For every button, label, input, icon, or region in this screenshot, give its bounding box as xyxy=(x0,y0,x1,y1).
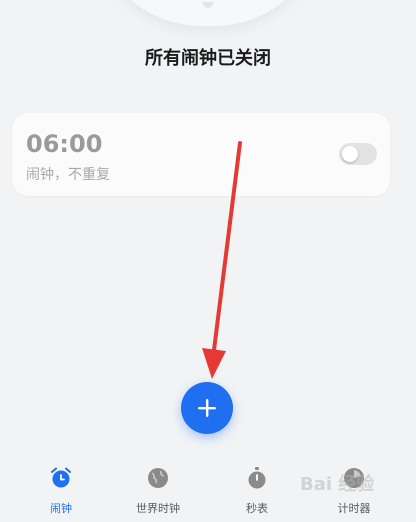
watermark: Bai 经验 xyxy=(300,474,375,495)
stopwatch-icon xyxy=(248,467,266,489)
tab-world-clock[interactable]: 世界时钟 xyxy=(113,466,203,516)
plus-icon xyxy=(198,399,216,417)
tab-alarm[interactable]: 闹钟 xyxy=(16,466,106,516)
tab-stopwatch[interactable]: 秒表 xyxy=(212,466,302,516)
add-alarm-button[interactable] xyxy=(181,382,233,434)
alarm-clock-icon xyxy=(51,467,71,488)
globe-icon xyxy=(148,468,168,488)
tab-label: 闹钟 xyxy=(50,502,72,515)
tab-label: 世界时钟 xyxy=(136,502,180,515)
tab-label: 计时器 xyxy=(337,502,371,515)
tab-label: 秒表 xyxy=(246,502,268,515)
annotation-arrow xyxy=(202,141,242,379)
